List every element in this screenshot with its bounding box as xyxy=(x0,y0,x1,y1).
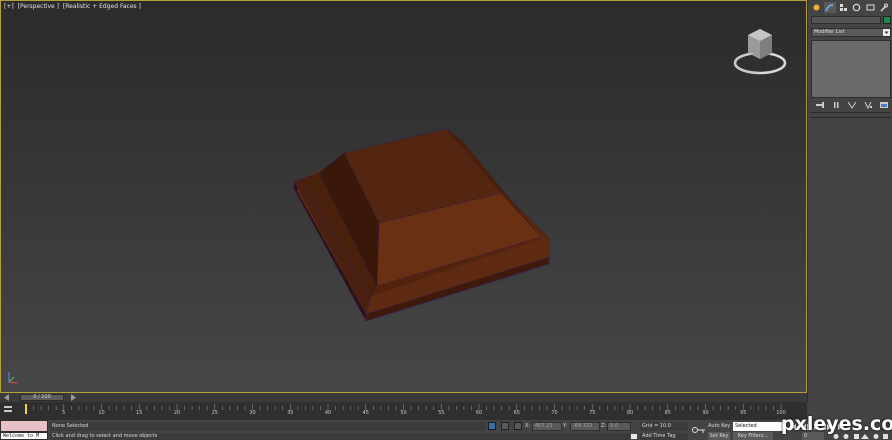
track-tick-label: 75 xyxy=(589,410,595,416)
dropdown-arrow-icon xyxy=(883,29,890,36)
show-end-result-icon[interactable] xyxy=(830,101,841,109)
key-mode-dropdown[interactable]: Selected xyxy=(733,422,785,431)
selection-status-text: None Selected xyxy=(52,423,89,429)
x-label: X: xyxy=(525,423,531,429)
viewcube-icon[interactable] xyxy=(730,23,790,79)
time-tag-icon[interactable] xyxy=(630,433,638,440)
z-coordinate-field[interactable]: 0.0 xyxy=(607,422,631,431)
track-tick-label: 20 xyxy=(174,410,180,416)
key-filters-label: Key Filters... xyxy=(737,433,769,439)
object-name-row xyxy=(811,16,891,24)
perspective-viewport[interactable]: [+] [Perspective ] [Realistic + Edged Fa… xyxy=(0,0,807,393)
track-tick-label: 50 xyxy=(400,410,406,416)
current-frame-marker[interactable] xyxy=(25,404,27,414)
status-bar: Welcome to M None Selected Click and dra… xyxy=(0,420,892,440)
key-mode-value: Selected xyxy=(735,423,757,429)
maxscript-listener-input[interactable] xyxy=(0,420,48,432)
track-tick-label: 90 xyxy=(702,410,708,416)
time-slider-thumb[interactable]: 0 / 100 xyxy=(20,394,64,401)
key-filters-button[interactable]: Key Filters... xyxy=(733,432,773,440)
modify-icon xyxy=(825,4,834,12)
absolute-mode-button[interactable] xyxy=(514,422,522,430)
create-tab[interactable] xyxy=(810,2,823,13)
object-name-field[interactable] xyxy=(811,16,881,24)
track-tick-label: 60 xyxy=(476,410,482,416)
track-tick-label: 40 xyxy=(325,410,331,416)
make-unique-icon[interactable] xyxy=(846,101,857,109)
track-tick-label: 65 xyxy=(514,410,520,416)
mini-curve-editor-icon[interactable] xyxy=(3,405,13,415)
prompt-text: Click and drag to select and move object… xyxy=(52,433,158,439)
z-label: Z: xyxy=(601,423,607,429)
panel-separator xyxy=(811,112,891,113)
stack-toolbar xyxy=(814,101,889,109)
command-panel: Modifier List xyxy=(807,0,892,402)
auto-key-button[interactable]: Auto Key xyxy=(708,422,730,431)
prompt-line: Click and drag to select and move object… xyxy=(50,433,630,440)
x-coordinate-field[interactable]: 407.21 xyxy=(532,422,562,431)
z-value: 0.0 xyxy=(610,423,618,429)
listener-text: Welcome to M xyxy=(3,433,40,439)
grid-size: Grid = 10.0 xyxy=(640,422,688,431)
track-tick-label: 55 xyxy=(438,410,444,416)
axis-tripod-icon xyxy=(8,372,18,384)
grid-text: Grid = 10.0 xyxy=(642,423,671,429)
track-tick-label: 80 xyxy=(627,410,633,416)
maxscript-listener-output[interactable]: Welcome to M xyxy=(0,432,48,440)
display-icon xyxy=(866,4,875,11)
track-tick-label: 85 xyxy=(665,410,671,416)
track-tick-label: 45 xyxy=(363,410,369,416)
display-tab[interactable] xyxy=(864,2,877,13)
remove-modifier-icon[interactable] xyxy=(862,101,873,109)
modifier-stack[interactable] xyxy=(811,40,891,98)
utilities-tab[interactable] xyxy=(878,2,891,13)
slider-right-icon[interactable] xyxy=(70,394,78,401)
selection-lock-button[interactable] xyxy=(488,422,496,430)
add-time-tag-button[interactable]: Add Time Tag xyxy=(640,433,688,440)
panel-separator xyxy=(811,117,891,118)
track-tick-label: 5 xyxy=(62,410,65,416)
pin-stack-icon[interactable] xyxy=(814,101,825,109)
track-tick-label: 95 xyxy=(740,410,746,416)
modifier-list-label: Modifier List xyxy=(814,29,845,35)
modifier-list-dropdown[interactable]: Modifier List xyxy=(811,28,891,37)
max-main-window: [+] [Perspective ] [Realistic + Edged Fa… xyxy=(0,0,892,440)
watermark: pxleyes.com xyxy=(781,413,892,435)
y-coordinate-field[interactable]: -69.722 xyxy=(570,422,600,431)
y-value: -69.722 xyxy=(573,423,593,429)
selection-status: None Selected xyxy=(50,422,486,431)
y-label: Y: xyxy=(563,423,568,429)
wrench-icon xyxy=(880,3,889,12)
track-tick-label: 15 xyxy=(136,410,142,416)
time-slider[interactable]: 0 / 100 xyxy=(0,393,807,402)
hierarchy-tab[interactable] xyxy=(837,2,850,13)
motion-tab[interactable] xyxy=(851,2,864,13)
x-value: 407.21 xyxy=(535,423,553,429)
hierarchy-icon xyxy=(839,4,847,11)
motion-icon xyxy=(852,3,861,12)
track-bar-ruler: 5 10 15 20 25 30 35 40 45 50 55 60 65 70 75 80 85 90 95 100 xyxy=(25,404,786,416)
create-icon xyxy=(813,4,820,11)
key-icon[interactable] xyxy=(692,426,706,434)
chamfered-box-model[interactable] xyxy=(1,1,807,393)
add-time-tag-label: Add Time Tag xyxy=(642,433,676,439)
time-slider-label: 0 / 100 xyxy=(33,394,51,400)
track-tick-label: 10 xyxy=(98,410,104,416)
track-tick-label: 70 xyxy=(551,410,557,416)
track-tick-label: 30 xyxy=(249,410,255,416)
track-bar[interactable]: 5 10 15 20 25 30 35 40 45 50 55 60 65 70 75 80 85 90 95 100 xyxy=(0,402,807,420)
command-panel-tabs xyxy=(808,0,892,14)
modify-tab[interactable] xyxy=(823,2,836,13)
slider-left-icon[interactable] xyxy=(3,394,11,401)
set-key-button[interactable]: Set Key xyxy=(708,432,730,440)
object-color-swatch[interactable] xyxy=(883,16,891,24)
set-key-label: Set Key xyxy=(709,433,729,439)
track-tick-label: 35 xyxy=(287,410,293,416)
configure-modifier-sets-icon[interactable] xyxy=(878,101,889,109)
lock-icon[interactable] xyxy=(501,422,509,430)
track-tick-label: 25 xyxy=(212,410,218,416)
